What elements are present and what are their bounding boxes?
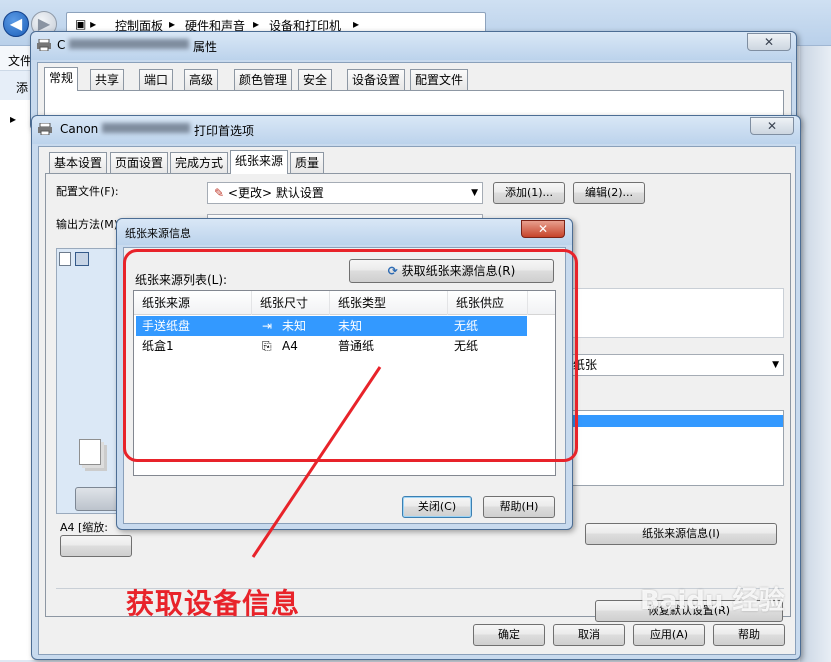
- annotation-text: 获取设备信息: [126, 587, 301, 620]
- tab-paper-source[interactable]: 纸张来源: [230, 150, 289, 174]
- annotation-arrow: [251, 366, 382, 558]
- tab-general[interactable]: 常规: [44, 67, 79, 91]
- watermark: Baidu 经验: [640, 586, 785, 616]
